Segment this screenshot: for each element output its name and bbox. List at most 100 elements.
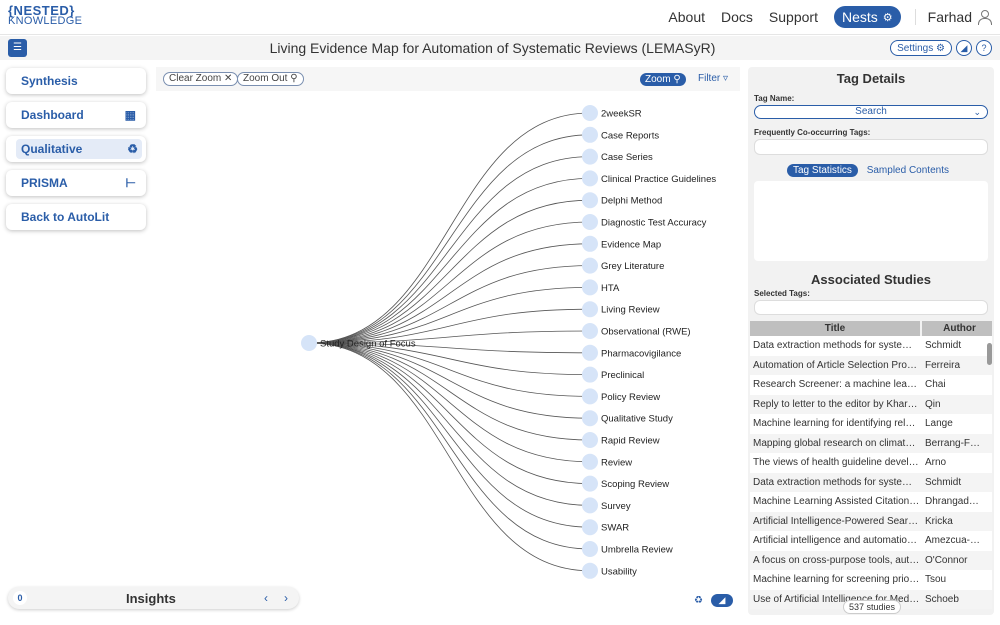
tree-node[interactable] — [582, 475, 598, 492]
tree-node-label[interactable]: Grey Literature — [601, 261, 664, 272]
tree-node-label[interactable]: Preclinical — [601, 370, 644, 381]
tree-node-label[interactable]: Clinical Practice Guidelines — [601, 174, 716, 185]
tree-root-label[interactable]: Study Design of Focus — [320, 339, 416, 350]
tree-node[interactable] — [582, 192, 598, 209]
tree-node-label[interactable]: 2weekSR — [601, 109, 642, 120]
tree-node[interactable] — [582, 366, 598, 383]
table-row[interactable]: The views of health guideline developers… — [750, 453, 992, 473]
table-row[interactable]: A focus on cross-purpose tools, automate… — [750, 550, 992, 570]
network-view-icon[interactable]: ◢ — [710, 594, 733, 607]
tree-node[interactable] — [582, 432, 598, 448]
tag-search-select[interactable]: Search ⌄ — [754, 105, 988, 119]
study-author-cell: Qin — [925, 398, 941, 410]
sidebar-item-label: Qualitative — [21, 142, 83, 156]
tree-node[interactable] — [582, 235, 598, 252]
selected-tags-label: Selected Tags: — [754, 289, 810, 298]
tree-node[interactable] — [582, 497, 598, 514]
tree-node-label[interactable]: Rapid Review — [601, 436, 660, 447]
tree-node[interactable] — [582, 562, 598, 579]
user-menu[interactable]: Farhad — [914, 9, 992, 25]
tree-node-label[interactable]: Policy Review — [601, 392, 660, 403]
tree-node-label[interactable]: Umbrella Review — [601, 545, 673, 556]
table-row[interactable]: Research Screener: a machine learning to… — [750, 375, 992, 395]
tree-root-node[interactable] — [301, 335, 317, 351]
tree-node-label[interactable]: Qualitative Study — [601, 414, 673, 425]
sidebar-item-prisma[interactable]: PRISMA ⊢ — [6, 170, 146, 196]
nav-docs-link[interactable]: Docs — [721, 9, 753, 25]
tree-node[interactable] — [582, 214, 598, 230]
hierarchy-canvas[interactable]: Clear Zoom ✕ Zoom Out ⚲ Zoom ⚲ Filter ▿ … — [156, 67, 740, 587]
table-scrollbar[interactable] — [987, 343, 992, 365]
tree-node-label[interactable]: Pharmacovigilance — [601, 348, 681, 359]
zoom-toggle-button[interactable]: Zoom ⚲ — [640, 73, 686, 86]
tab-sampled-contents[interactable]: Sampled Contents — [861, 164, 955, 177]
table-row[interactable]: Artificial Intelligence-Powered Search T… — [750, 511, 992, 531]
table-row[interactable]: Mapping global research on climate chang… — [750, 433, 992, 453]
qualitative-view-icon[interactable]: ♻ — [694, 595, 703, 606]
tree-node-label[interactable]: Survey — [601, 501, 631, 512]
chevron-right-icon[interactable]: › — [284, 591, 288, 605]
table-row[interactable]: Machine learning for identifying relevan… — [750, 414, 992, 434]
filter-button[interactable]: Filter ▿ — [698, 73, 728, 84]
table-header: Title Author — [750, 321, 992, 336]
clear-zoom-button[interactable]: Clear Zoom ✕ — [163, 72, 239, 86]
study-author-cell: Berrang-Ford — [925, 437, 982, 449]
tree-node[interactable] — [582, 170, 598, 187]
logo[interactable]: {NESTED} KNOWLEDGE — [8, 4, 82, 27]
tree-node-label[interactable]: Living Review — [601, 305, 660, 316]
tree-node[interactable] — [582, 519, 598, 536]
sidebar-item-dashboard[interactable]: Dashboard ▦ — [6, 102, 146, 128]
tab-tag-statistics[interactable]: Tag Statistics — [787, 164, 858, 177]
table-row[interactable]: Data extraction methods for systematic r… — [750, 336, 992, 356]
share-button[interactable]: ◢ — [956, 40, 972, 56]
tree-node-label[interactable]: Review — [601, 457, 632, 468]
tree-node-label[interactable]: Diagnostic Test Accuracy — [601, 218, 707, 229]
tag-detail-tabs: Tag Statistics Sampled Contents — [748, 164, 994, 177]
tree-node[interactable] — [582, 126, 598, 143]
table-row[interactable]: Data extraction methods for systematic r… — [750, 472, 992, 492]
tree-node-label[interactable]: Scoping Review — [601, 479, 669, 490]
title-bar: ☰ Living Evidence Map for Automation of … — [0, 36, 1000, 60]
sidebar-item-qualitative[interactable]: Qualitative ♻ — [6, 136, 146, 162]
tree-node[interactable] — [582, 541, 598, 557]
selected-tags-box[interactable] — [754, 300, 988, 315]
tree-node-label[interactable]: HTA — [601, 283, 620, 294]
tree-node-label[interactable]: Evidence Map — [601, 239, 661, 250]
settings-button[interactable]: Settings ⚙ — [890, 40, 952, 56]
table-row[interactable]: Machine learning for screening prioritiz… — [750, 570, 992, 590]
nests-button[interactable]: Nests ⚙ — [833, 6, 901, 28]
tree-node-label[interactable]: Observational (RWE) — [601, 327, 691, 338]
study-author-cell: Ferreira — [925, 359, 961, 371]
chevron-left-icon[interactable]: ‹ — [264, 591, 268, 605]
column-header-author[interactable]: Author — [922, 321, 992, 336]
tree-node[interactable] — [582, 410, 598, 427]
tree-node[interactable] — [582, 344, 598, 361]
table-row[interactable]: Automation of Article Selection Process F… — [750, 355, 992, 375]
tree-node-label[interactable]: Usability — [601, 566, 637, 577]
tree-node[interactable] — [582, 453, 598, 470]
zoom-out-button[interactable]: Zoom Out ⚲ — [237, 72, 304, 86]
tree-node[interactable] — [582, 323, 598, 339]
table-row[interactable]: Machine Learning Assisted Citation Scree… — [750, 492, 992, 512]
tree-node[interactable] — [582, 388, 598, 405]
tree-node[interactable] — [582, 279, 598, 296]
filter-label: Filter — [698, 73, 721, 84]
tree-node-label[interactable]: Delphi Method — [601, 196, 662, 207]
nav-support-link[interactable]: Support — [769, 9, 818, 25]
nav-about-link[interactable]: About — [668, 9, 705, 25]
prisma-flow-icon: ⊢ — [125, 176, 136, 190]
sidebar-item-back-to-autolit[interactable]: Back to AutoLit — [6, 204, 146, 230]
help-button[interactable]: ? — [976, 40, 992, 56]
tree-node[interactable] — [582, 257, 598, 274]
sidebar-item-synthesis[interactable]: Synthesis — [6, 68, 146, 94]
column-header-title[interactable]: Title — [750, 321, 920, 336]
tree-node[interactable] — [582, 148, 598, 165]
tree-node-label[interactable]: SWAR — [601, 523, 629, 534]
table-row[interactable]: Artificial intelligence and automation o… — [750, 531, 992, 551]
tree-node[interactable] — [582, 105, 598, 121]
table-row[interactable]: Reply to letter to the editor by Kharazm… — [750, 394, 992, 414]
clear-zoom-label: Clear Zoom — [169, 73, 222, 84]
tree-node-label[interactable]: Case Reports — [601, 130, 659, 141]
tree-node[interactable] — [582, 301, 598, 318]
tree-node-label[interactable]: Case Series — [601, 152, 653, 163]
